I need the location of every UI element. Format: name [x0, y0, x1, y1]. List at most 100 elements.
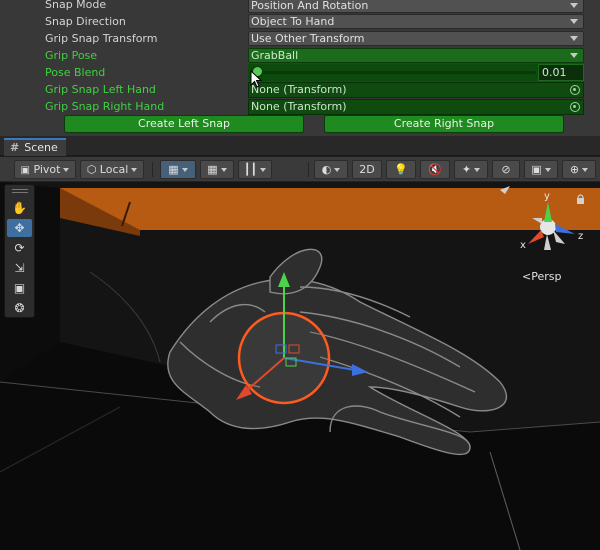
move-tool[interactable]: ✥: [7, 219, 32, 237]
shading-sphere-icon: ◐: [321, 163, 332, 176]
grid-visibility-toggle[interactable]: ▦: [200, 160, 234, 179]
grip-pose-row: Grip Pose GrabBall: [0, 48, 600, 65]
pivot-label: Pivot: [33, 163, 61, 176]
pose-blend-slider[interactable]: [252, 71, 536, 74]
effects-dropdown[interactable]: ✦: [454, 160, 488, 179]
pose-blend-input[interactable]: 0.01: [538, 64, 584, 81]
create-left-snap-button[interactable]: Create Left Snap: [64, 115, 304, 133]
ruler-icon: ┃┃: [243, 163, 258, 176]
grip-snap-right-field[interactable]: None (Transform): [248, 99, 584, 115]
chevron-down-icon: [260, 168, 267, 172]
grip-snap-left-value: None (Transform): [251, 83, 347, 96]
object-picker-icon[interactable]: [570, 85, 580, 95]
grip-snap-right-row: Grip Snap Right Hand None (Transform): [0, 99, 600, 116]
rotate-icon: ⟳: [14, 241, 25, 255]
snap-direction-value: Object To Hand: [251, 15, 335, 28]
grip-snap-transform-label: Grip Snap Transform: [45, 32, 158, 45]
snap-mode-value: Position And Rotation: [251, 0, 369, 12]
pose-blend-label: Pose Blend: [45, 66, 106, 79]
chevron-down-icon: [474, 168, 481, 172]
rect-transform-icon: ▣: [13, 281, 26, 295]
snap-direction-dropdown[interactable]: Object To Hand: [248, 14, 584, 29]
grip-snap-transform-value: Use Other Transform: [251, 32, 365, 45]
draw-mode-dropdown[interactable]: ◐: [314, 160, 348, 179]
drag-handle-icon[interactable]: [12, 189, 28, 193]
cube-icon: ⬡: [86, 163, 97, 176]
chevron-down-icon: [570, 19, 578, 24]
grip-snap-transform-dropdown[interactable]: Use Other Transform: [248, 31, 584, 46]
grid-snap-toggle[interactable]: ▦: [160, 160, 196, 179]
orientation-y-label: y: [544, 191, 550, 202]
effects-icon: ✦: [461, 163, 472, 176]
snap-mode-label: Snap Mode: [45, 0, 107, 11]
tab-scene-label: Scene: [24, 141, 58, 154]
grip-snap-transform-row: Grip Snap Transform Use Other Transform: [0, 31, 600, 48]
scene-hash-icon: #: [10, 141, 20, 154]
camera-icon: ▣: [531, 163, 542, 176]
grip-snap-right-value: None (Transform): [251, 100, 347, 113]
hand-tool[interactable]: ✋: [7, 199, 32, 217]
scene-tools-overlay: ✋ ✥ ⟳ ⇲ ▣ ❂: [4, 184, 35, 318]
chevron-down-icon: [570, 53, 578, 58]
grip-pose-value: GrabBall: [251, 49, 299, 62]
chevron-down-icon: [131, 168, 138, 172]
orange-trim: [60, 188, 600, 230]
grip-pose-label: Grip Pose: [45, 49, 98, 62]
persp-label[interactable]: <Persp: [522, 270, 561, 283]
local-label: Local: [99, 163, 129, 176]
rect-tool[interactable]: ▣: [7, 279, 32, 297]
object-picker-icon[interactable]: [570, 102, 580, 112]
transform-tool[interactable]: ❂: [7, 299, 32, 317]
scene-viewport[interactable]: y z x: [0, 182, 600, 550]
pivot-icon: ▣: [20, 165, 30, 176]
grid-icon: ▦: [207, 163, 218, 176]
grip-snap-left-row: Grip Snap Left Hand None (Transform): [0, 82, 600, 99]
orientation-x-label: x: [520, 240, 526, 251]
toolbar-divider: [308, 162, 309, 177]
create-right-snap-button[interactable]: Create Right Snap: [324, 115, 564, 133]
lighting-toggle[interactable]: 💡: [386, 160, 416, 179]
move-arrows-icon: ✥: [14, 221, 25, 235]
mode-2d-toggle[interactable]: 2D: [352, 160, 382, 179]
chevron-down-icon: [220, 168, 227, 172]
increment-snap-toggle[interactable]: ┃┃: [238, 160, 272, 179]
hidden-objects-toggle[interactable]: ⊘: [492, 160, 520, 179]
eye-slash-icon: ⊘: [501, 163, 511, 176]
scale-tool[interactable]: ⇲: [7, 259, 32, 277]
rotate-tool[interactable]: ⟳: [7, 239, 32, 257]
chevron-down-icon: [334, 168, 341, 172]
tab-scene[interactable]: # Scene: [4, 138, 66, 156]
grip-pose-dropdown[interactable]: GrabBall: [248, 48, 584, 63]
mouse-cursor-icon: [250, 70, 263, 88]
snap-direction-label: Snap Direction: [45, 15, 126, 28]
snap-mode-row: Snap Mode Position And Rotation: [0, 0, 600, 14]
chevron-down-icon: [544, 168, 551, 172]
camera-dropdown[interactable]: ▣: [524, 160, 558, 179]
toolbar-divider: [152, 162, 153, 177]
inspector-panel: Snap Mode Position And Rotation Snap Dir…: [0, 0, 600, 136]
chevron-down-icon: [582, 168, 589, 172]
grip-snap-right-label: Grip Snap Right Hand: [45, 100, 165, 113]
transform-icon: ❂: [14, 301, 25, 315]
lightbulb-icon: 💡: [394, 163, 408, 176]
hand-icon: ✋: [12, 201, 27, 215]
local-dropdown[interactable]: ⬡ Local: [80, 160, 144, 179]
scene-render: y z x: [0, 182, 600, 550]
snap-direction-row: Snap Direction Object To Hand: [0, 14, 600, 31]
globe-icon: ⊕: [569, 163, 580, 176]
gizmos-dropdown[interactable]: ⊕: [562, 160, 596, 179]
orientation-z-label: z: [578, 231, 583, 242]
lock-icon: [577, 198, 584, 204]
chevron-down-icon: [570, 36, 578, 41]
chevron-left-icon: <: [522, 270, 532, 283]
grip-snap-left-label: Grip Snap Left Hand: [45, 83, 156, 96]
scale-icon: ⇲: [14, 261, 25, 275]
speaker-mute-icon: 🔇: [428, 163, 442, 176]
pivot-dropdown[interactable]: ▣ Pivot: [14, 160, 76, 179]
chevron-down-icon: [570, 3, 578, 8]
chevron-down-icon: [63, 168, 70, 172]
snap-mode-dropdown[interactable]: Position And Rotation: [248, 0, 584, 13]
scene-tab-bar: # Scene: [0, 136, 600, 156]
grip-snap-left-field[interactable]: None (Transform): [248, 82, 584, 98]
audio-toggle[interactable]: 🔇: [420, 160, 450, 179]
